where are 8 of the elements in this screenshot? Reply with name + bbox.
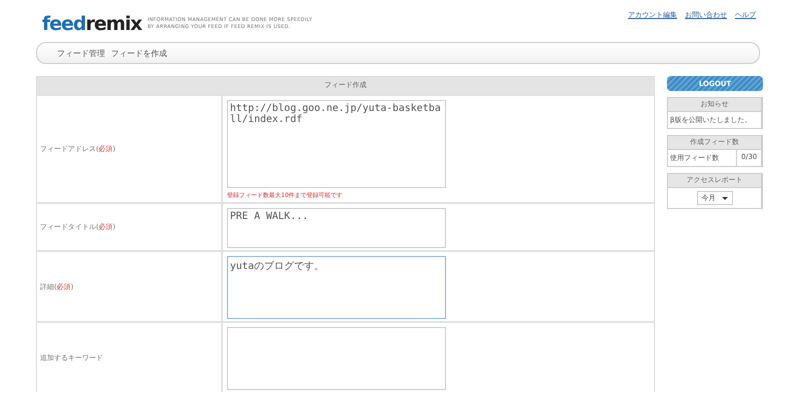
caret-icon bbox=[722, 196, 728, 200]
text-area-field[interactable]: PRE A WALK... bbox=[227, 208, 446, 248]
text-area-field[interactable]: http://blog.goo.ne.jp/yuta-basketball/index.rdf bbox=[227, 100, 446, 188]
text-area-field[interactable] bbox=[227, 327, 446, 390]
logo: feedremix bbox=[42, 14, 142, 34]
breadcrumb-item[interactable]: フィードを作成 bbox=[111, 48, 167, 58]
breadcrumb-item[interactable]: フィード管理 bbox=[57, 48, 105, 58]
text-area-field[interactable]: yutaのブログです。 bbox=[227, 256, 446, 319]
